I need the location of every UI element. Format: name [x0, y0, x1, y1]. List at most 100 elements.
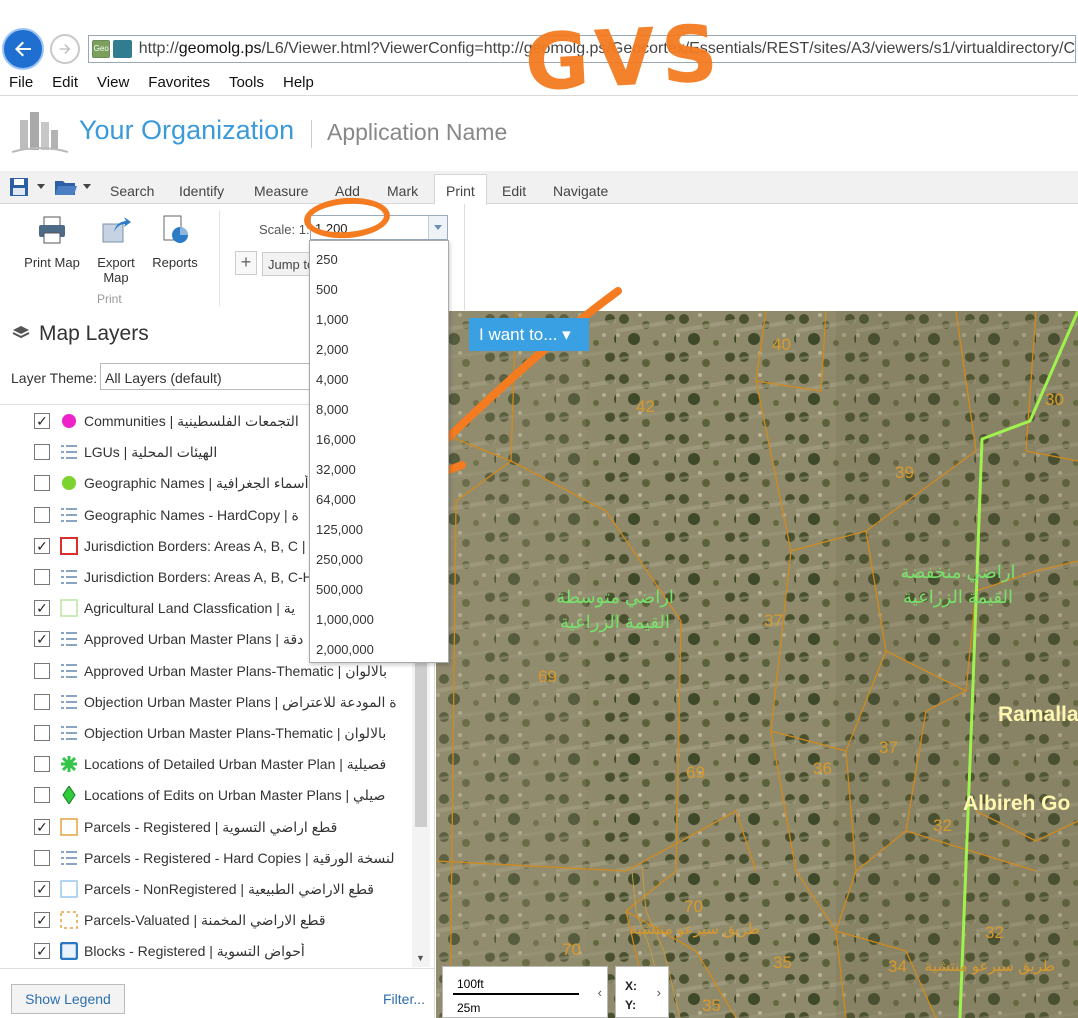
- land-class-label: اراضي متوسطة القيمة الزراعية: [556, 587, 674, 632]
- layer-label: Objection Urban Master Plans | ة المودعة…: [84, 693, 397, 710]
- save-icon[interactable]: [9, 177, 31, 197]
- back-button[interactable]: [2, 28, 44, 70]
- layer-checkbox[interactable]: [34, 444, 50, 461]
- parcel-label: 40: [772, 335, 791, 354]
- parcel-label: 39: [895, 463, 914, 482]
- layer-row[interactable]: ✓ Parcels-Valuated | قطع الاراضي المخمنة: [0, 906, 412, 937]
- scale-option[interactable]: 500,000: [310, 571, 448, 601]
- layer-row[interactable]: Locations of Detailed Urban Master Plan …: [0, 750, 412, 781]
- star-icon: [60, 755, 78, 773]
- scale-option[interactable]: 64,000: [310, 481, 448, 511]
- layer-row[interactable]: Objection Urban Master Plans-Thematic | …: [0, 719, 412, 750]
- menu-favorites[interactable]: Favorites: [139, 72, 220, 96]
- print-map-button[interactable]: Print Map: [22, 214, 82, 270]
- scale-option[interactable]: 8,000: [310, 391, 448, 421]
- reports-button[interactable]: Reports: [150, 214, 200, 270]
- menu-edit[interactable]: Edit: [43, 72, 88, 96]
- layer-checkbox[interactable]: [34, 725, 50, 741]
- layer-checkbox[interactable]: ✓: [34, 818, 50, 835]
- tab-print[interactable]: Print: [446, 183, 475, 199]
- layer-checkbox[interactable]: ✓: [34, 537, 50, 554]
- menu-help[interactable]: Help: [274, 72, 324, 96]
- tab-identify[interactable]: Identify: [179, 183, 224, 199]
- scale-option[interactable]: 250,000: [310, 541, 448, 571]
- folder-open-icon[interactable]: [54, 177, 78, 197]
- layer-checkbox[interactable]: [34, 693, 50, 710]
- layer-row[interactable]: Parcels - Registered - Hard Copies | لنس…: [0, 844, 412, 875]
- layer-row[interactable]: ✓ Parcels - Registered | قطع اراضي التسوي…: [0, 813, 412, 844]
- scale-option[interactable]: 500: [310, 271, 448, 301]
- show-legend-button[interactable]: Show Legend: [11, 984, 125, 1014]
- scale-option[interactable]: 1,000,000: [310, 601, 448, 631]
- layer-checkbox[interactable]: ✓: [34, 600, 50, 617]
- scale-option[interactable]: 125,000: [310, 511, 448, 541]
- site-favicon-icon: Geo: [92, 40, 111, 58]
- tab-edit[interactable]: Edit: [502, 183, 526, 199]
- layer-checkbox[interactable]: [34, 756, 50, 773]
- tab-search[interactable]: Search: [110, 183, 154, 199]
- layer-label: Locations of Detailed Urban Master Plan …: [84, 756, 387, 773]
- tab-navigate[interactable]: Navigate: [553, 183, 608, 199]
- land-class-label: اراضي منخفضة القيمة الزراعية: [900, 562, 1016, 607]
- layer-checkbox[interactable]: [34, 787, 50, 804]
- scale-option[interactable]: 32,000: [310, 451, 448, 481]
- parcel-label: 70: [684, 897, 703, 916]
- layer-checkbox[interactable]: [34, 849, 50, 866]
- scroll-down-icon[interactable]: ▼: [416, 953, 425, 963]
- menu-tools[interactable]: Tools: [220, 72, 274, 96]
- add-button[interactable]: +: [235, 251, 257, 275]
- place-label: Ramalla: [998, 703, 1078, 726]
- tab-mark[interactable]: Mark: [387, 183, 418, 199]
- reports-icon: [163, 215, 188, 243]
- forward-button[interactable]: [50, 34, 80, 64]
- list-icon: [60, 630, 78, 648]
- parcel-label: 32: [985, 923, 1004, 942]
- layer-theme-label: Layer Theme:: [11, 370, 98, 386]
- chevron-down-icon[interactable]: [36, 183, 46, 191]
- layer-checkbox[interactable]: ✓: [34, 413, 50, 429]
- layer-row[interactable]: ✓ Parcels - NonRegistered | قطع الاراضي ا…: [0, 875, 412, 906]
- scale-option[interactable]: 250: [310, 241, 448, 271]
- scale-option[interactable]: 2,000: [310, 331, 448, 361]
- export-icon: [102, 217, 131, 243]
- chevron-down-icon[interactable]: [428, 216, 447, 239]
- chevron-right-icon[interactable]: ›: [657, 985, 661, 1000]
- parcel-label: 69: [686, 763, 705, 782]
- layer-row[interactable]: ✓ Blocks - Registered | أحواض التسوية: [0, 937, 412, 967]
- chevron-left-icon[interactable]: ‹: [598, 985, 602, 1000]
- filter-link[interactable]: Filter...: [383, 991, 425, 1007]
- list-icon: [60, 568, 78, 586]
- tab-measure[interactable]: Measure: [254, 183, 308, 199]
- i-want-to-label: I want to...: [479, 325, 558, 344]
- layer-label: Parcels - Registered | قطع اراضي التسوية: [84, 818, 338, 835]
- parcel-label: 37: [879, 738, 898, 757]
- layer-checkbox[interactable]: [34, 569, 50, 585]
- parcel-label: 37: [764, 611, 783, 630]
- list-icon: [60, 724, 78, 742]
- tab-add[interactable]: Add: [335, 183, 360, 199]
- export-map-button[interactable]: Export Map: [92, 214, 140, 285]
- chevron-down-icon[interactable]: [82, 183, 92, 191]
- layer-checkbox[interactable]: [34, 475, 50, 492]
- layer-row[interactable]: Locations of Edits on Urban Master Plans…: [0, 781, 412, 812]
- layer-label: Objection Urban Master Plans-Thematic | …: [84, 725, 387, 741]
- scale-option[interactable]: 2,000,000: [310, 631, 448, 661]
- layer-checkbox[interactable]: ✓: [34, 881, 50, 897]
- layer-checkbox[interactable]: ✓: [34, 631, 50, 648]
- jump-to-button[interactable]: Jump to: [262, 252, 312, 276]
- menu-view[interactable]: View: [88, 72, 139, 96]
- layer-checkbox[interactable]: ✓: [34, 943, 50, 960]
- layer-theme-select[interactable]: All Layers (default): [100, 363, 315, 390]
- list-icon: [60, 693, 78, 711]
- organization-name: Your Organization: [79, 115, 295, 145]
- menu-file[interactable]: File: [0, 72, 43, 96]
- scale-option[interactable]: 16,000: [310, 421, 448, 451]
- layer-checkbox[interactable]: ✓: [34, 912, 50, 929]
- layer-row[interactable]: Objection Urban Master Plans | ة المودعة…: [0, 688, 412, 719]
- scale-option[interactable]: 4,000: [310, 361, 448, 391]
- layer-checkbox[interactable]: [34, 506, 50, 523]
- layer-checkbox[interactable]: [34, 662, 50, 679]
- i-want-to-button[interactable]: I want to... ▾: [469, 318, 589, 351]
- scale-option[interactable]: 1,000: [310, 301, 448, 331]
- chevron-down-icon: ▾: [562, 325, 571, 344]
